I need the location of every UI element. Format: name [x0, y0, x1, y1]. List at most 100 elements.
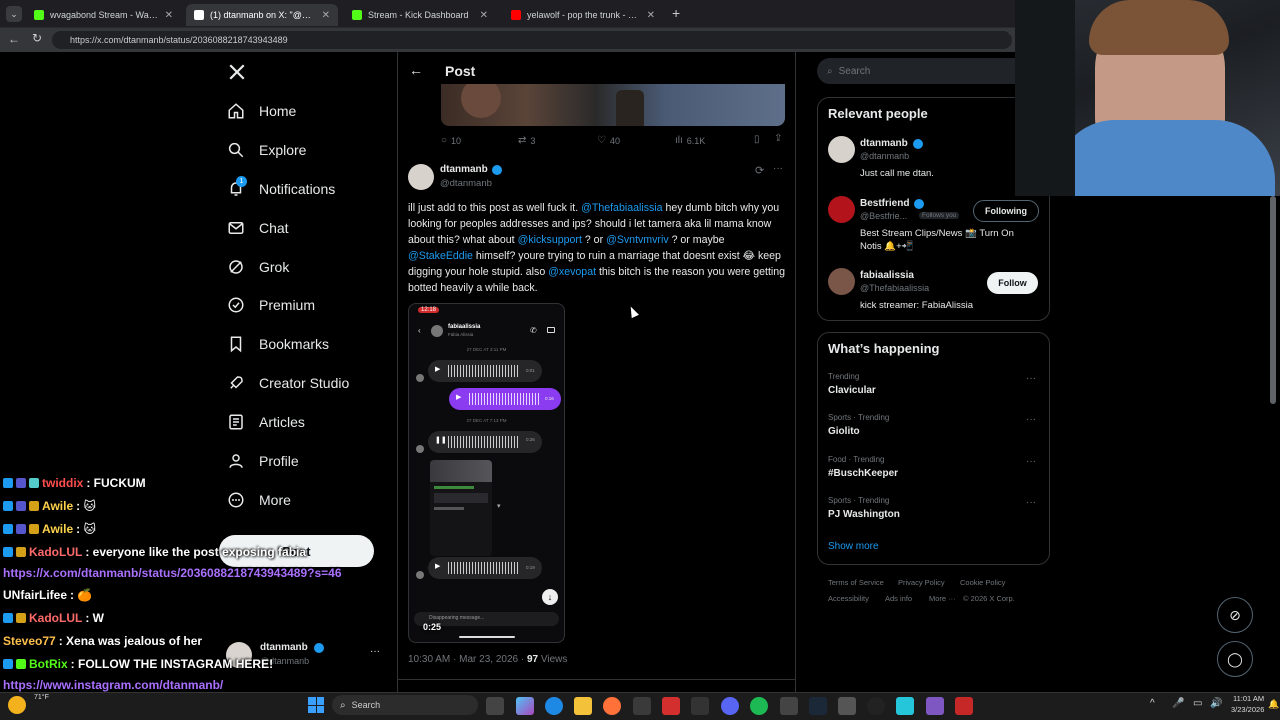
- reply-action[interactable]: ○ 10: [441, 135, 461, 146]
- app-icon-7[interactable]: [955, 697, 973, 715]
- clock-date[interactable]: 3/23/2026: [1231, 705, 1264, 714]
- task-view-icon[interactable]: [486, 697, 504, 715]
- close-tab-icon[interactable]: ✕: [480, 10, 488, 21]
- avatar[interactable]: [828, 196, 855, 223]
- x-logo[interactable]: [226, 60, 248, 84]
- post-author-handle[interactable]: @dtanmanb: [440, 178, 492, 189]
- tab-strip-menu-icon[interactable]: ⌄: [6, 6, 22, 22]
- repost-action[interactable]: ⇄ 3: [518, 135, 535, 146]
- edge-icon[interactable]: [545, 697, 563, 715]
- weather-icon[interactable]: [8, 696, 26, 714]
- browser-tab[interactable]: yelawolf - pop the trunk - YouTub ✕: [503, 4, 663, 26]
- new-tab-button[interactable]: +: [672, 5, 680, 21]
- mention-link[interactable]: @StakeEddie: [408, 250, 473, 262]
- avatar[interactable]: [828, 136, 855, 163]
- post-author-name[interactable]: dtanmanb: [440, 164, 488, 175]
- person-handle[interactable]: @Thefabiaalissia: [860, 283, 929, 293]
- back-arrow-icon[interactable]: ←: [409, 62, 423, 78]
- following-button[interactable]: Following: [973, 200, 1039, 222]
- music-icon[interactable]: [691, 697, 709, 715]
- clock-time[interactable]: 11:01 AM: [1233, 694, 1264, 703]
- notification-icon[interactable]: 🔔: [1268, 699, 1279, 710]
- volume-icon[interactable]: 🔊: [1210, 698, 1222, 709]
- follow-button[interactable]: Follow: [987, 272, 1038, 294]
- app-icon-red[interactable]: [662, 697, 680, 715]
- person-handle[interactable]: @dtanmanb: [860, 151, 909, 161]
- app-icon-5[interactable]: [896, 697, 914, 715]
- person-handle[interactable]: @Bestfrie...: [860, 211, 907, 221]
- firefox-icon[interactable]: [603, 697, 621, 715]
- footer-link[interactable]: Terms of Service: [828, 578, 884, 587]
- copilot-icon[interactable]: [516, 697, 534, 715]
- footer-link[interactable]: Ads info: [885, 594, 912, 603]
- trend-more-icon[interactable]: ···: [1026, 373, 1036, 384]
- post-author-avatar[interactable]: [408, 164, 434, 190]
- search-input[interactable]: ⌕ Search: [817, 58, 1027, 84]
- show-more-link[interactable]: Show more: [828, 541, 879, 552]
- url-field[interactable]: https://x.com/dtanmanb/status/2036088218…: [52, 31, 1012, 49]
- nav-item-more[interactable]: More: [227, 486, 291, 514]
- tray-chevron-icon[interactable]: ^: [1150, 698, 1155, 709]
- browser-tab[interactable]: Stream - Kick Dashboard ✕: [344, 4, 496, 26]
- mention-link[interactable]: @xevopat: [548, 266, 596, 278]
- nav-item-chat[interactable]: Chat: [227, 214, 289, 242]
- nav-item-grok[interactable]: Grok: [227, 253, 289, 281]
- person-name[interactable]: fabiaalissia: [860, 270, 914, 281]
- nav-item-profile[interactable]: Profile: [227, 447, 299, 475]
- app-icon-4[interactable]: [867, 697, 885, 715]
- nav-item-notifications[interactable]: 1 Notifications: [227, 175, 335, 203]
- views-action[interactable]: ılı 6.1K: [675, 135, 705, 146]
- reload-icon[interactable]: ↻: [32, 31, 42, 45]
- back-icon[interactable]: ←: [8, 32, 20, 46]
- app-icon-2[interactable]: [780, 697, 798, 715]
- nav-item-home[interactable]: Home: [227, 97, 296, 125]
- taskbar-search[interactable]: ⌕ Search: [332, 695, 478, 715]
- mic-icon[interactable]: 🎤: [1172, 698, 1184, 709]
- discord-icon[interactable]: [721, 697, 739, 715]
- voice-message: ▶ 0:01: [428, 360, 542, 382]
- grok-icon[interactable]: ⟳: [755, 164, 764, 177]
- app-icon-6[interactable]: [926, 697, 944, 715]
- steam-icon[interactable]: [809, 697, 827, 715]
- mention-link[interactable]: @Svntvmvriv: [606, 234, 669, 246]
- person-name[interactable]: Bestfriend: [860, 198, 909, 209]
- previous-post-media[interactable]: [441, 84, 785, 126]
- nav-item-creator-studio[interactable]: Creator Studio: [227, 369, 349, 397]
- close-tab-icon[interactable]: ✕: [165, 10, 173, 21]
- trend-more-icon[interactable]: ···: [1026, 456, 1036, 467]
- browser-tab[interactable]: (1) dtanmanb on X: "@Bestfriend ✕: [186, 4, 338, 26]
- grok-fab[interactable]: ⊘: [1217, 597, 1253, 633]
- mention-link[interactable]: @kicksupport: [518, 234, 582, 246]
- app-icon-3[interactable]: [838, 697, 856, 715]
- footer-link[interactable]: More ···: [929, 594, 956, 603]
- scrollbar[interactable]: [1270, 196, 1276, 404]
- trend-more-icon[interactable]: ···: [1026, 414, 1036, 425]
- footer-link[interactable]: Privacy Policy: [898, 578, 945, 587]
- trend-more-icon[interactable]: ···: [1026, 497, 1036, 508]
- account-more-icon[interactable]: ···: [370, 646, 380, 657]
- start-button[interactable]: [308, 697, 324, 713]
- nav-item-bookmarks[interactable]: Bookmarks: [227, 330, 329, 358]
- messages-fab[interactable]: ◯: [1217, 641, 1253, 677]
- msg-avatar: [416, 571, 424, 579]
- browser-tab[interactable]: wvagabond Stream - Watch Live o ✕: [26, 4, 181, 26]
- nav-item-articles[interactable]: Articles: [227, 408, 305, 436]
- post-more-icon[interactable]: ···: [773, 163, 783, 174]
- explorer-icon[interactable]: [574, 697, 592, 715]
- nav-item-premium[interactable]: Premium: [227, 291, 315, 319]
- close-tab-icon[interactable]: ✕: [322, 10, 330, 21]
- close-tab-icon[interactable]: ✕: [647, 10, 655, 21]
- footer-link[interactable]: Accessibility: [828, 594, 869, 603]
- avatar[interactable]: [828, 268, 855, 295]
- post-video[interactable]: 12:18 ‹ fabiaalissia Fabia Alissia ✆ 27 …: [408, 303, 565, 643]
- mention-link[interactable]: @Thefabiaalissia: [581, 202, 662, 214]
- network-icon[interactable]: ▭: [1193, 698, 1202, 709]
- spotify-icon[interactable]: [750, 697, 768, 715]
- app-icon[interactable]: [633, 697, 651, 715]
- footer-link[interactable]: Cookie Policy: [960, 578, 1005, 587]
- like-action[interactable]: ♡ 40: [597, 135, 620, 146]
- share-icon[interactable]: ⇪: [774, 133, 782, 144]
- bookmark-icon[interactable]: ▯: [754, 134, 760, 145]
- person-name[interactable]: dtanmanb: [860, 138, 908, 149]
- nav-item-explore[interactable]: Explore: [227, 136, 306, 164]
